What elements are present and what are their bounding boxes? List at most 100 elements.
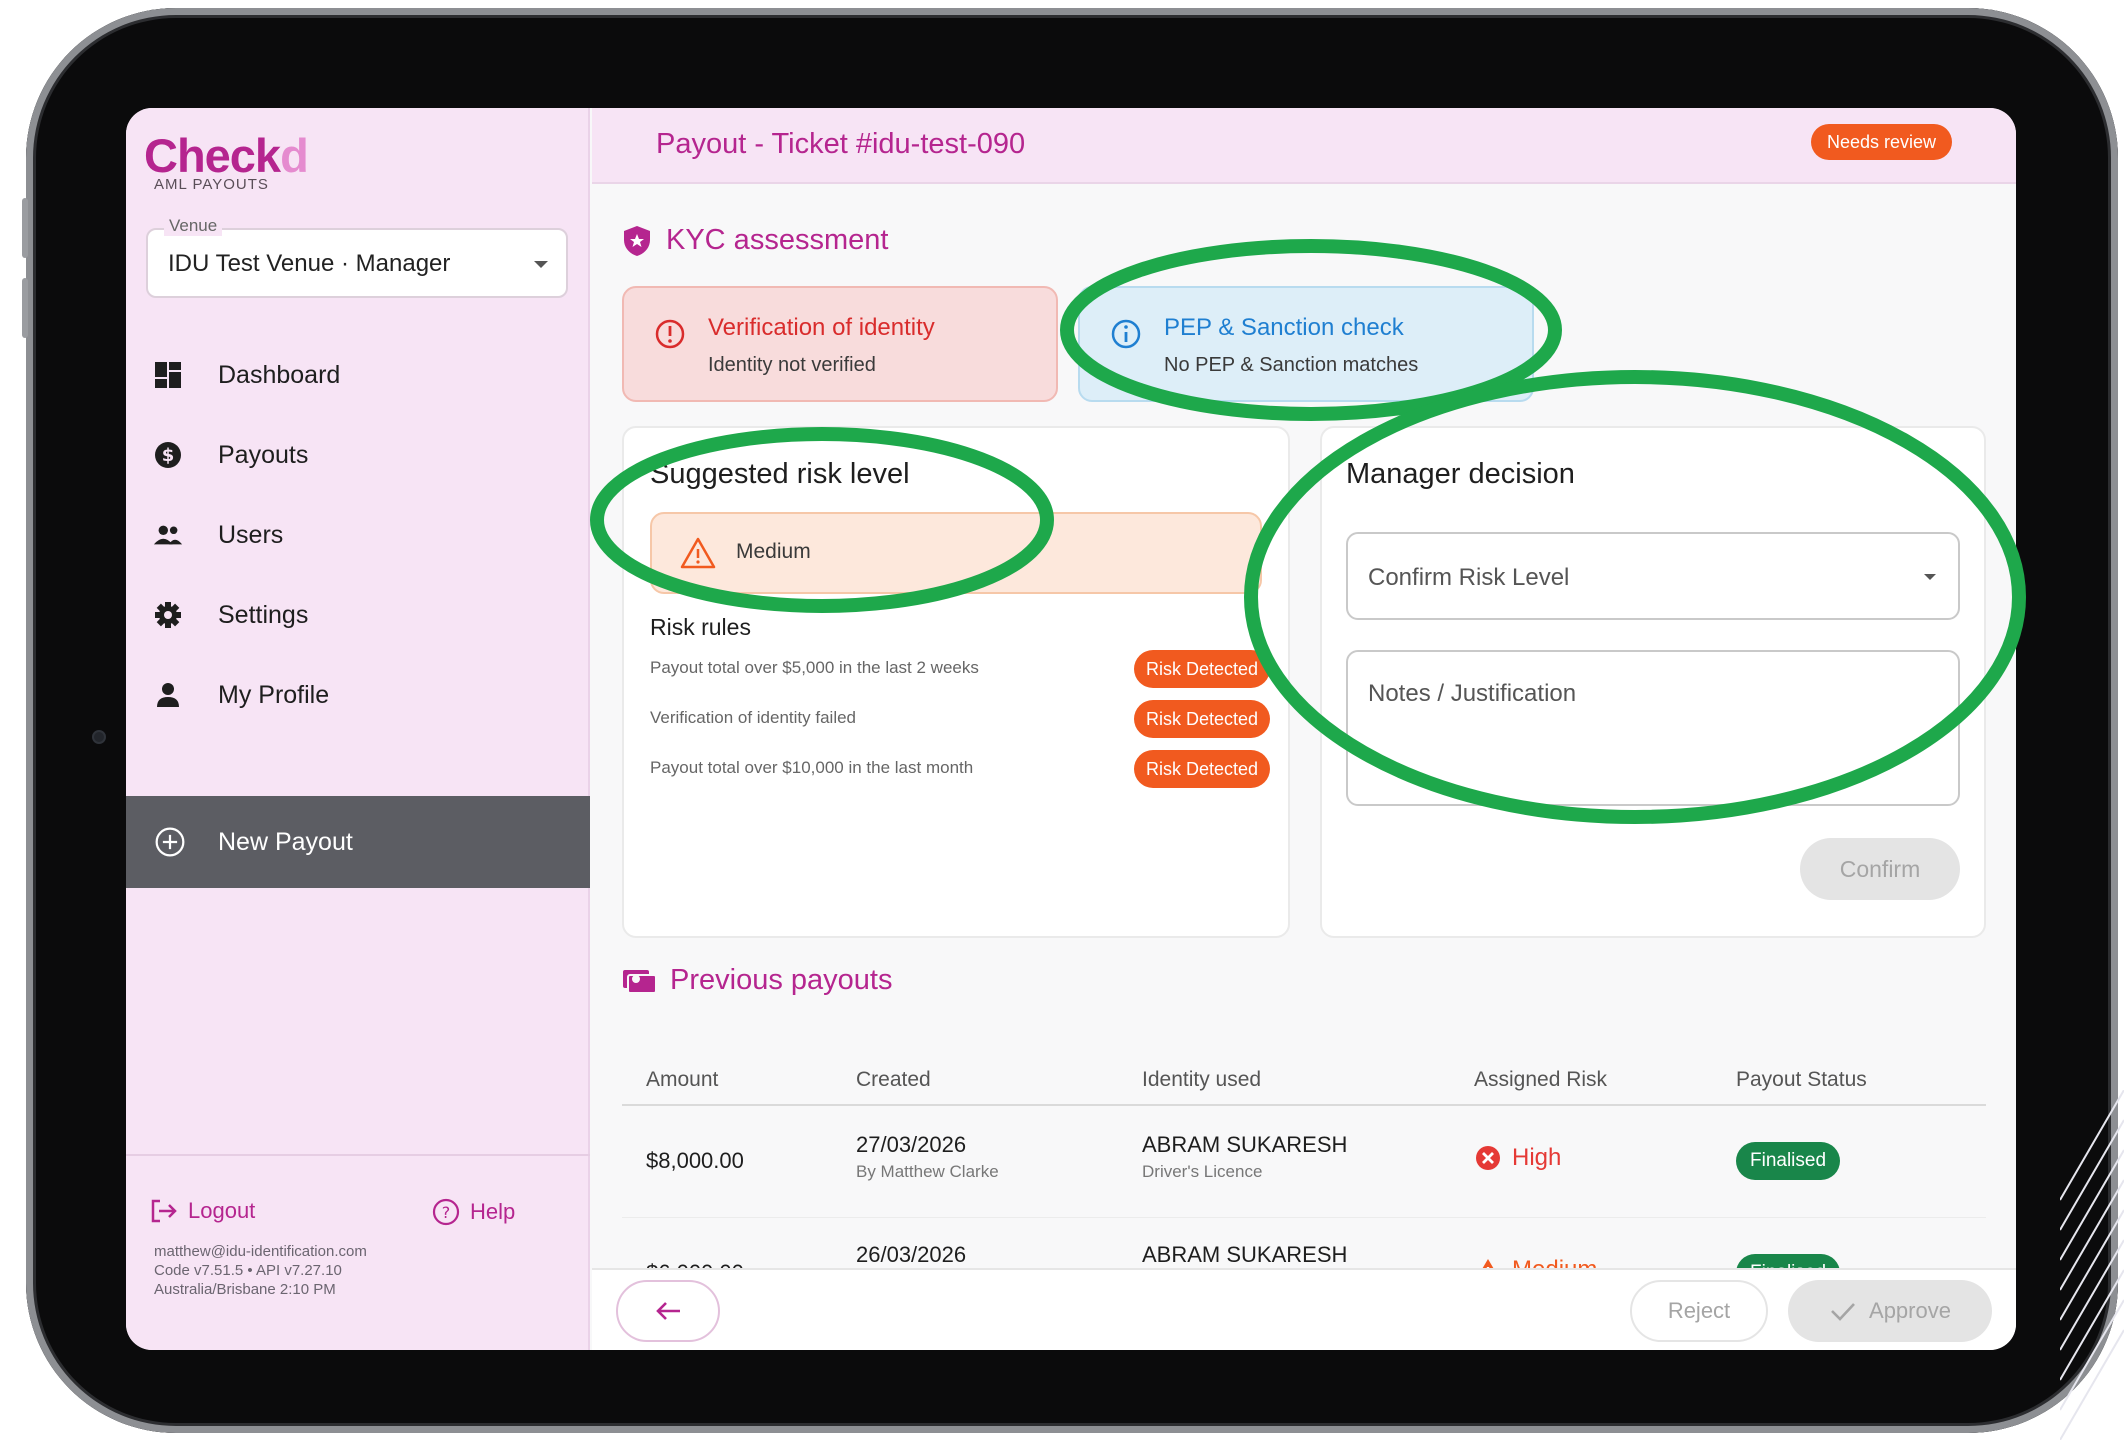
app-screen: Checkd AML PAYOUTS Venue IDU Test Venue … (126, 108, 2016, 1350)
dollar-icon: $ (152, 439, 184, 471)
venue-select[interactable]: Venue IDU Test Venue · Manager (146, 216, 568, 298)
sidebar-item-label: Settings (218, 600, 309, 629)
reject-button[interactable]: Reject (1630, 1280, 1768, 1342)
risk-rule-text: Payout total over $5,000 in the last 2 w… (650, 658, 979, 677)
confirm-risk-placeholder: Confirm Risk Level (1368, 564, 1570, 591)
gear-icon (152, 599, 184, 631)
pep-status: No PEP & Sanction matches (1164, 354, 1419, 376)
volume-button (22, 198, 28, 258)
risk-rule: Verification of identity failed Risk Det… (650, 700, 1270, 740)
venue-label: Venue (164, 216, 223, 236)
logout-icon (151, 1199, 177, 1223)
column-header: Created (856, 1068, 931, 1091)
app-logo: Checkd (144, 129, 309, 182)
created-cell: 27/03/2026 By Matthew Clarke (856, 1132, 999, 1182)
sidebar-item-my-profile[interactable]: My Profile (126, 660, 590, 730)
page-title: Payout - Ticket #idu-test-090 (656, 128, 1026, 160)
created-by: By Matthew Clarke (856, 1162, 999, 1181)
previous-payouts-text: Previous payouts (670, 964, 893, 996)
help-icon: ? (432, 1198, 460, 1226)
camera-dot (92, 730, 106, 744)
check-icon (1831, 1303, 1855, 1321)
created-cell: 26/03/2026 (856, 1242, 966, 1268)
page-header: Payout - Ticket #idu-test-090 Needs revi… (592, 108, 2016, 184)
pep-sanction-card: PEP & Sanction check No PEP & Sanction m… (1078, 286, 1534, 402)
suggested-risk-card: Suggested risk level Medium Risk rules P… (622, 426, 1290, 938)
verification-card: Verification of identity Identity not ve… (622, 286, 1058, 402)
payouts-icon (623, 969, 656, 994)
status-cell: Finalised (1736, 1142, 1841, 1180)
approve-button[interactable]: Approve (1788, 1280, 1992, 1342)
risk-cell: High (1474, 1144, 1561, 1172)
verification-status: Identity not verified (708, 354, 876, 376)
previous-payouts-title: Previous payouts (622, 964, 892, 997)
risk-rule: Payout total over $5,000 in the last 2 w… (650, 650, 1270, 690)
notes-placeholder: Notes / Justification (1368, 680, 1577, 707)
notes-textarea[interactable]: Notes / Justification (1346, 650, 1960, 806)
column-header: Payout Status (1736, 1068, 1867, 1091)
shield-icon (624, 225, 650, 256)
caret-down-icon (534, 261, 548, 268)
sidebar-item-label: Dashboard (218, 360, 341, 389)
table-header: Amount Created Identity used Assigned Ri… (622, 1060, 1986, 1106)
manager-decision-card: Manager decision Confirm Risk Level Note… (1320, 426, 1986, 938)
warning-icon (680, 537, 716, 569)
column-header: Identity used (1142, 1068, 1262, 1091)
help-label: Help (470, 1199, 516, 1224)
app-logo-subtitle: AML PAYOUTS (154, 176, 269, 193)
confirm-risk-select[interactable]: Confirm Risk Level (1346, 532, 1960, 620)
svg-text:$: $ (162, 445, 175, 466)
risk-detected-badge: Risk Detected (1133, 750, 1270, 788)
identity-cell: ABRAM SUKARESH Driver's Licence (1142, 1132, 1347, 1182)
error-circle-icon (1476, 1146, 1500, 1170)
created-date: 26/03/2026 (856, 1242, 967, 1267)
divider (126, 1154, 590, 1156)
volume-button (22, 278, 28, 338)
svg-text:?: ? (442, 1203, 451, 1222)
dashboard-icon (152, 359, 184, 391)
identity-name: ABRAM SUKARESH (1142, 1132, 1348, 1157)
status-badge: Finalised (1736, 1142, 1841, 1180)
risk-label: High (1512, 1144, 1562, 1171)
sidebar-item-payouts[interactable]: $ Payouts (126, 420, 590, 490)
decorative-stripes (2060, 1090, 2124, 1440)
sidebar-item-dashboard[interactable]: Dashboard (126, 340, 590, 410)
sidebar-item-label: My Profile (218, 680, 330, 709)
kyc-title-text: KYC assessment (666, 224, 889, 256)
status-badge: Needs review (1810, 124, 1952, 160)
timezone-info: Australia/Brisbane 2:10 PM (154, 1281, 336, 1298)
version-info: Code v7.51.5 • API v7.27.10 (154, 1262, 342, 1279)
person-icon (152, 679, 184, 711)
user-email: matthew@idu-identification.com (154, 1243, 367, 1260)
session-info: matthew@idu-identification.com Code v7.5… (154, 1242, 367, 1299)
help-link[interactable]: ? Help (432, 1198, 515, 1226)
risk-detected-badge: Risk Detected (1133, 700, 1270, 738)
info-icon (1111, 319, 1141, 349)
pep-title: PEP & Sanction check (1164, 314, 1404, 341)
arrow-left-icon (656, 1302, 680, 1320)
column-header: Assigned Risk (1474, 1068, 1608, 1091)
sidebar-item-users[interactable]: Users (126, 500, 590, 570)
sidebar: Checkd AML PAYOUTS Venue IDU Test Venue … (126, 108, 590, 1350)
sidebar-item-settings[interactable]: Settings (126, 580, 590, 650)
users-icon (152, 519, 184, 551)
risk-detected-badge: Risk Detected (1133, 650, 1270, 688)
logout-label: Logout (188, 1198, 256, 1223)
created-date: 27/03/2026 (856, 1132, 967, 1157)
risk-level-box: Medium (650, 512, 1262, 594)
risk-level-value: Medium (736, 540, 811, 563)
risk-rule-text: Verification of identity failed (650, 708, 857, 727)
identity-name: ABRAM SUKARESH (1142, 1242, 1348, 1267)
confirm-button[interactable]: Confirm (1800, 838, 1960, 900)
identity-cell: ABRAM SUKARESH (1142, 1242, 1347, 1268)
table-row[interactable]: $8,000.00 27/03/2026 By Matthew Clarke A… (622, 1108, 1986, 1218)
sidebar-item-label: Payouts (218, 440, 309, 469)
risk-rule-text: Payout total over $10,000 in the last mo… (650, 758, 974, 777)
back-button[interactable] (616, 1280, 720, 1342)
amount-cell: $8,000.00 (646, 1148, 744, 1173)
alert-circle-icon (655, 319, 685, 349)
logout-link[interactable]: Logout (150, 1198, 255, 1224)
caret-down-icon (1924, 574, 1936, 580)
new-payout-button[interactable]: New Payout (126, 796, 590, 888)
identity-document: Driver's Licence (1142, 1162, 1263, 1181)
